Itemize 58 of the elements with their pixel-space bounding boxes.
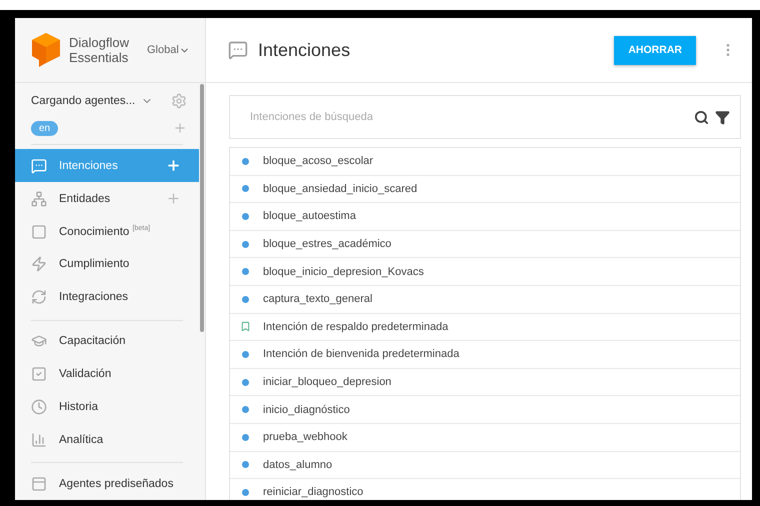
bookmark-icon [240, 321, 251, 332]
intent-row[interactable]: reiniciar_diagnostico [230, 479, 740, 500]
cube-logo-icon [31, 32, 61, 68]
intent-dot-icon [242, 378, 249, 386]
nav-item[interactable]: Entidades [15, 182, 199, 216]
intent-dot-icon [242, 434, 249, 441]
intent-dot-icon [242, 406, 249, 414]
add-icon[interactable] [166, 191, 181, 206]
nav-item[interactable]: Cumplimiento [15, 248, 199, 281]
template-icon [31, 476, 47, 492]
intent-row[interactable]: bloque_inicio_depresion_Kovacs [230, 258, 740, 286]
intent-dot-icon [242, 296, 249, 303]
lightning-icon [31, 256, 47, 272]
arrows-cycle-icon [31, 289, 47, 306]
intent-dot-icon [242, 461, 249, 468]
intent-row[interactable]: Intención de respaldo predeterminada [230, 314, 740, 342]
graduation-cap-icon [31, 333, 47, 350]
intent-row[interactable]: captura_texto_general [230, 286, 740, 314]
search-bar[interactable]: Intenciones de búsqueda [229, 95, 741, 139]
nav-item[interactable]: Historia [15, 390, 199, 424]
scrollbar[interactable] [200, 84, 204, 332]
intent-row[interactable]: Intención de bienvenida predeterminada [230, 341, 740, 369]
bar-chart-icon [31, 432, 47, 448]
intent-dot-icon [242, 488, 249, 496]
chat-icon [228, 40, 248, 60]
filter-icon[interactable] [715, 110, 730, 124]
checkbox-icon [31, 366, 47, 382]
intent-row[interactable]: bloque_estres_académico [230, 230, 740, 258]
intent-row[interactable]: bloque_autoestima [230, 203, 740, 231]
product-name: Dialogflow Essentials [69, 35, 130, 65]
search-icon[interactable] [694, 110, 709, 124]
settings-icon[interactable] [171, 93, 187, 110]
nav-item[interactable]: Analítica [15, 423, 199, 456]
intent-row[interactable]: prueba_webhook [230, 424, 740, 452]
region-dropdown[interactable]: Global [147, 44, 190, 56]
intent-dot-icon [242, 350, 249, 358]
nav-item[interactable]: Agentes prediseñados [15, 467, 199, 500]
agent-selector[interactable]: Cargando agentes... [31, 95, 136, 108]
intent-row[interactable]: bloque_ansiedad_inicio_scared [230, 176, 740, 204]
intent-row[interactable]: iniciar_bloqueo_depresion [230, 368, 740, 396]
add-icon[interactable] [166, 158, 181, 174]
chat-icon [31, 158, 47, 174]
intent-dot-icon [242, 268, 249, 276]
nav-item[interactable]: Validación [15, 358, 199, 390]
nav-item[interactable]: Capacitación [15, 324, 199, 358]
page-title: Intenciones [258, 40, 352, 60]
intent-dot-icon [242, 185, 249, 192]
intent-row[interactable]: inicio_diagnóstico [230, 396, 740, 424]
intent-dot-icon [242, 158, 249, 165]
nav-item[interactable]: Conocimiento $^{[beta]}$ [15, 215, 199, 248]
intent-dot-icon [242, 212, 249, 220]
intent-row[interactable]: bloque_acoso_escolar [230, 148, 740, 176]
hierarchy-icon [31, 190, 47, 207]
intent-row[interactable]: datos_alumno [230, 452, 740, 480]
add-language-icon[interactable] [173, 121, 187, 135]
clock-icon [31, 398, 47, 415]
intent-dot-icon [242, 240, 249, 248]
nav-item[interactable]: Integraciones [15, 280, 199, 314]
